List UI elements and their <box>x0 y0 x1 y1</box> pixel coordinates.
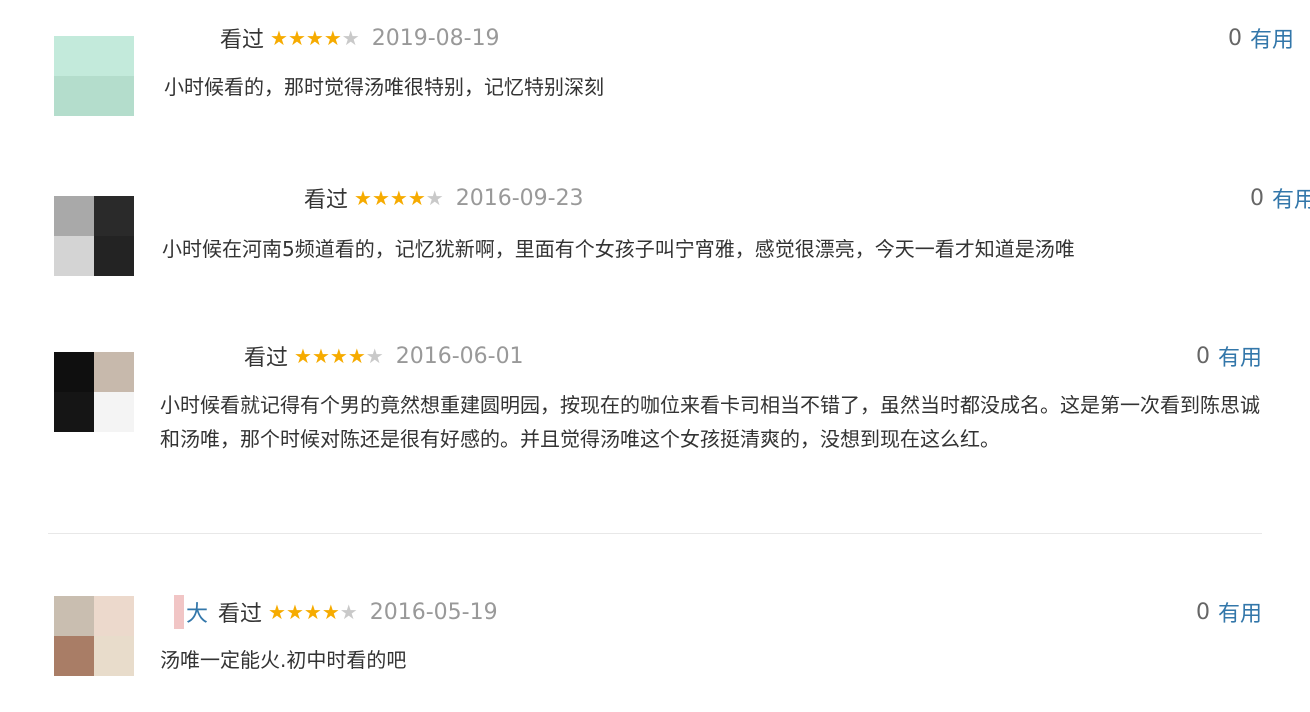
star-icon: ★ <box>311 344 330 368</box>
helpful-button[interactable]: 有用 <box>1218 340 1262 372</box>
rating-stars: ★ ★ ★ ★ ★ <box>354 188 444 208</box>
helpful-vote: 0 有用 <box>1196 340 1262 372</box>
star-empty-icon: ★ <box>339 600 358 624</box>
star-icon: ★ <box>270 26 288 50</box>
helpful-vote: 0 有用 <box>1228 22 1294 54</box>
star-empty-icon: ★ <box>341 26 360 50</box>
review-meta: 看过 ★ ★ ★ ★ ★ 2016-06-01 <box>240 341 524 372</box>
star-icon: ★ <box>285 600 304 624</box>
review-content: 小时候在河南5频道看的，记忆犹新啊，里面有个女孩子叫宁宵雅，感觉很漂亮，今天一看… <box>162 237 1075 261</box>
review-date: 2019-08-19 <box>371 25 500 51</box>
review-meta: 看过 ★ ★ ★ ★ ★ 2016-09-23 <box>300 183 584 214</box>
star-icon: ★ <box>329 344 348 368</box>
watched-label: 看过 <box>218 602 263 627</box>
star-empty-icon: ★ <box>425 186 444 210</box>
avatar[interactable] <box>54 596 134 676</box>
helpful-button[interactable]: 有用 <box>1218 596 1262 628</box>
watched-label: 看过 <box>220 28 265 53</box>
star-icon: ★ <box>305 26 324 50</box>
helpful-button[interactable]: 有用 <box>1272 182 1310 214</box>
review-content: 小时候看就记得有个男的竟然想重建圆明园，按现在的咖位来看卡司相当不错了，虽然当时… <box>160 393 1260 451</box>
star-icon: ★ <box>407 186 426 210</box>
review-date: 2016-06-01 <box>395 343 524 369</box>
avatar[interactable] <box>54 196 134 276</box>
review-meta: 大 看过 ★ ★ ★ ★ ★ 2016-05-19 <box>174 595 498 629</box>
review-content: 小时候看的，那时觉得汤唯很特别，记忆特别深刻 <box>164 75 604 99</box>
avatar[interactable] <box>54 36 134 116</box>
star-icon: ★ <box>268 600 286 624</box>
helpful-count: 0 <box>1250 185 1264 211</box>
username-link[interactable]: 大 <box>186 596 208 628</box>
star-icon: ★ <box>354 186 372 210</box>
star-icon: ★ <box>303 600 322 624</box>
star-empty-icon: ★ <box>365 344 384 368</box>
star-icon: ★ <box>287 26 306 50</box>
review-meta: 看过 ★ ★ ★ ★ ★ 2019-08-19 <box>216 23 500 54</box>
rating-stars: ★ ★ ★ ★ ★ <box>270 28 360 48</box>
review-date: 2016-05-19 <box>369 599 498 625</box>
helpful-vote: 0 有用 <box>1196 596 1262 628</box>
star-icon: ★ <box>371 186 390 210</box>
star-icon: ★ <box>294 344 312 368</box>
review-content: 汤唯一定能火.初中时看的吧 <box>160 648 407 672</box>
rating-stars: ★ ★ ★ ★ ★ <box>268 602 358 622</box>
helpful-count: 0 <box>1196 599 1210 625</box>
watched-label: 看过 <box>304 188 349 213</box>
review-date: 2016-09-23 <box>455 185 584 211</box>
star-icon: ★ <box>321 600 340 624</box>
watched-label: 看过 <box>244 346 289 371</box>
helpful-count: 0 <box>1228 25 1242 51</box>
divider <box>48 533 1262 534</box>
star-icon: ★ <box>389 186 408 210</box>
avatar[interactable] <box>54 352 134 432</box>
helpful-button[interactable]: 有用 <box>1250 22 1294 54</box>
helpful-vote: 0 有用 <box>1250 182 1310 214</box>
rating-stars: ★ ★ ★ ★ ★ <box>294 346 384 366</box>
username-mark <box>174 595 184 629</box>
star-icon: ★ <box>323 26 342 50</box>
star-icon: ★ <box>347 344 366 368</box>
helpful-count: 0 <box>1196 343 1210 369</box>
